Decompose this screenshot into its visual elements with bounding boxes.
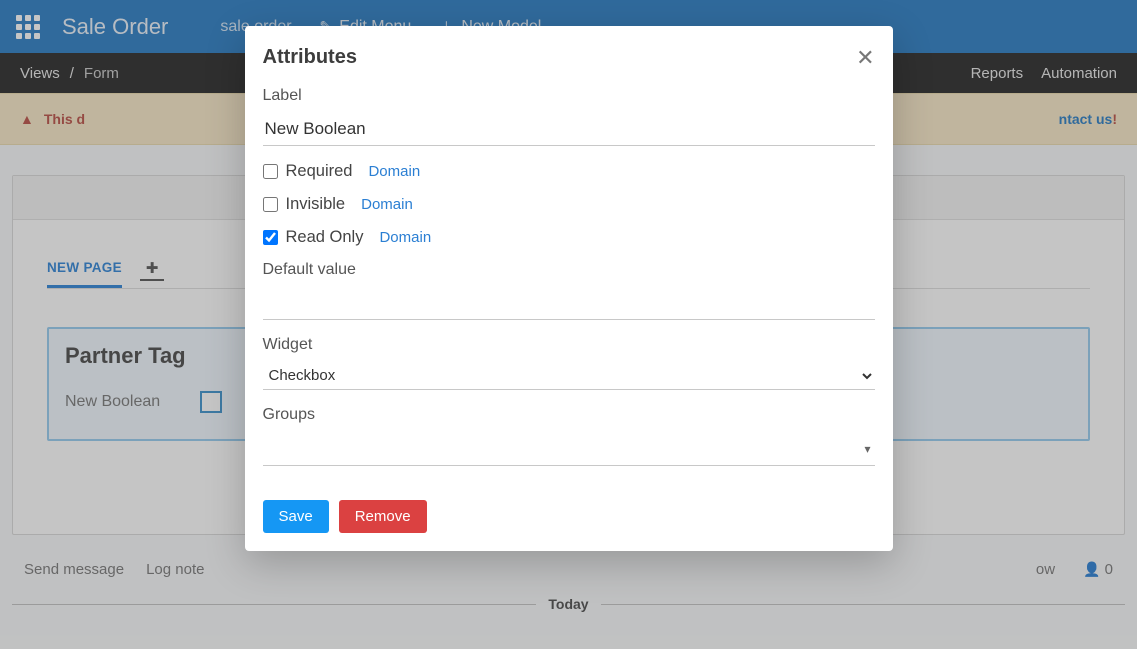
modal-title: Attributes bbox=[263, 46, 357, 69]
invisible-domain-link[interactable]: Domain bbox=[361, 196, 413, 213]
label-input[interactable] bbox=[263, 113, 875, 146]
close-icon[interactable]: ✕ bbox=[856, 47, 874, 69]
default-value-input[interactable] bbox=[263, 287, 875, 320]
widget-lbl: Widget bbox=[263, 336, 875, 354]
readonly-row: Read Only Domain bbox=[263, 228, 875, 247]
readonly-checkbox[interactable] bbox=[263, 230, 278, 245]
required-checkbox[interactable] bbox=[263, 164, 278, 179]
default-value-lbl: Default value bbox=[263, 261, 875, 279]
required-label: Required bbox=[286, 162, 353, 181]
required-domain-link[interactable]: Domain bbox=[368, 163, 420, 180]
label-lbl: Label bbox=[263, 87, 875, 105]
invisible-checkbox[interactable] bbox=[263, 197, 278, 212]
groups-lbl: Groups bbox=[263, 406, 875, 424]
remove-button[interactable]: Remove bbox=[339, 500, 427, 533]
attributes-modal: Attributes ✕ Label Required Domain Invis… bbox=[245, 26, 893, 551]
caret-down-icon: ▾ bbox=[864, 442, 874, 456]
invisible-row: Invisible Domain bbox=[263, 195, 875, 214]
readonly-domain-link[interactable]: Domain bbox=[379, 229, 431, 246]
groups-select[interactable]: ▾ bbox=[263, 432, 875, 466]
readonly-label: Read Only bbox=[286, 228, 364, 247]
widget-select[interactable]: Checkbox bbox=[263, 362, 875, 390]
required-row: Required Domain bbox=[263, 162, 875, 181]
invisible-label: Invisible bbox=[286, 195, 346, 214]
save-button[interactable]: Save bbox=[263, 500, 329, 533]
